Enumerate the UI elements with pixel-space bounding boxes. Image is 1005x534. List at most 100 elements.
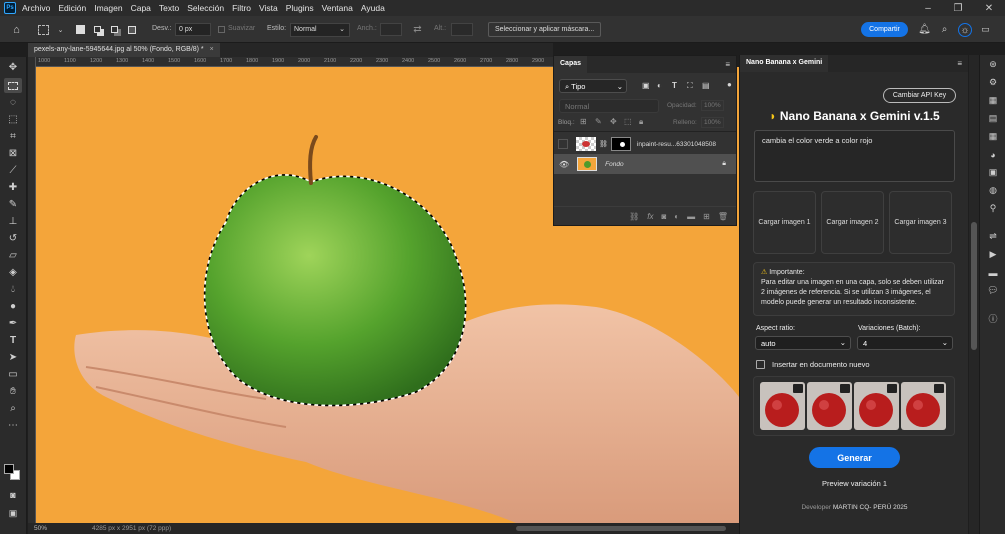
variations-select[interactable]: 4 ⌄ (857, 336, 953, 350)
visibility-toggle-off[interactable] (558, 139, 568, 149)
filter-pixel-icon[interactable]: ▣ (642, 81, 650, 90)
lock-all-icon[interactable]: 🔒︎ (639, 117, 643, 127)
adjustment-layer-icon[interactable]: ◐ (674, 212, 679, 221)
lasso-tool-icon[interactable]: ◌ (4, 95, 22, 110)
plugin-icon[interactable]: ◍ (986, 184, 1000, 197)
eyedropper-icon[interactable]: ⟋ (4, 163, 22, 178)
tab-nano-banana[interactable]: Nano Banana x Gemini (740, 55, 829, 72)
healing-brush-icon[interactable]: ✚ (4, 180, 22, 195)
filter-shape-icon[interactable]: ⛶ (687, 81, 693, 91)
panel-menu-icon[interactable]: ≡ (957, 59, 962, 68)
move-tool-icon[interactable]: ✥ (4, 60, 22, 75)
intersect-selection-icon[interactable] (125, 23, 138, 36)
close-tab-icon[interactable]: × (210, 46, 214, 53)
filter-toggle-icon[interactable]: ● (727, 80, 732, 89)
crop-tool-icon[interactable]: ⌗ (4, 129, 22, 144)
variation-thumbnail[interactable] (807, 382, 852, 430)
pen-tool-icon[interactable]: ✒ (4, 316, 22, 331)
hand-tool-icon[interactable]: ✋︎ (4, 384, 22, 399)
lock-pixels-icon[interactable]: ✎ (595, 117, 602, 126)
eye-icon[interactable]: 👁︎ (559, 160, 569, 169)
variation-thumbnail[interactable] (760, 382, 805, 430)
adjustments-icon[interactable]: ▦ (986, 94, 1000, 107)
clone-stamp-icon[interactable]: ⊥ (4, 214, 22, 229)
trash-icon[interactable]: 🗑︎ (718, 212, 728, 221)
info-icon[interactable]: ⓘ (986, 312, 1000, 325)
insert-new-doc-checkbox[interactable] (756, 360, 765, 369)
workspace-icon[interactable]: ▭ (979, 23, 992, 36)
gradient-tool-icon[interactable]: ◈ (4, 265, 22, 280)
filter-type-icon[interactable]: T (672, 81, 677, 90)
aspect-ratio-select[interactable]: auto ⌄ (755, 336, 851, 350)
menu-filtro[interactable]: Filtro (232, 3, 251, 13)
quick-mask-icon[interactable]: ◙ (4, 487, 22, 502)
load-image-3-button[interactable]: Cargar imagen 3 (889, 191, 952, 254)
history-brush-icon[interactable]: ↺ (4, 231, 22, 246)
properties-icon[interactable]: ⚙ (986, 76, 1000, 89)
lock-artboard-icon[interactable]: ⬚ (624, 117, 632, 126)
lock-position-icon[interactable]: ✥ (610, 117, 617, 126)
variation-thumbnail[interactable] (901, 382, 946, 430)
paths-icon[interactable]: ⚲ (986, 202, 1000, 215)
libraries-icon[interactable]: ⊛ (986, 58, 1000, 71)
menu-archivo[interactable]: Archivo (22, 3, 50, 13)
patterns-icon[interactable]: ▣ (986, 166, 1000, 179)
menu-plugins[interactable]: Plugins (286, 3, 314, 13)
menu-capa[interactable]: Capa (131, 3, 151, 13)
variation-thumbnail[interactable] (854, 382, 899, 430)
menu-ventana[interactable]: Ventana (322, 3, 353, 13)
object-select-icon[interactable]: ⬚ (4, 112, 22, 127)
marquee-preset-icon[interactable] (38, 25, 49, 35)
dodge-tool-icon[interactable]: ● (4, 299, 22, 314)
link-layers-icon[interactable]: ⛓ (629, 212, 639, 221)
height-input[interactable] (451, 23, 473, 36)
horizontal-scrollbar[interactable] (516, 526, 726, 531)
marquee-tool-icon[interactable] (4, 78, 22, 93)
photoshop-logo-icon[interactable]: Ps (4, 2, 16, 14)
home-icon[interactable]: ⌂ (10, 23, 23, 36)
feather-input[interactable]: 0 px (175, 23, 211, 36)
tab-capas[interactable]: Capas (554, 56, 588, 73)
menu-vista[interactable]: Vista (259, 3, 278, 13)
filter-adjustment-icon[interactable]: ◐ (657, 81, 662, 90)
document-tab[interactable]: pexels-any-lane-5945644.jpg al 50% (Fond… (28, 43, 220, 57)
blend-mode-select[interactable]: Normal (559, 99, 659, 113)
rectangle-tool-icon[interactable]: ▭ (4, 367, 22, 382)
share-button[interactable]: Compartir (861, 22, 908, 37)
change-api-key-button[interactable]: Cambiar API Key (883, 88, 956, 103)
menu-ayuda[interactable]: Ayuda (361, 3, 385, 13)
grid-icon[interactable]: ▦ (986, 130, 1000, 143)
zoom-tool-icon[interactable]: ⌕ (4, 401, 22, 416)
swatches-icon[interactable]: ▤ (986, 112, 1000, 125)
restore-icon[interactable]: ❐ (944, 0, 972, 16)
style-select[interactable]: Normal ⌄ (290, 23, 350, 37)
link-icon[interactable]: ⛓ (599, 140, 608, 148)
blur-tool-icon[interactable]: 💧︎ (4, 282, 22, 297)
fill-input[interactable]: 100% (701, 117, 724, 128)
chevron-down-icon[interactable]: ⌄ (54, 23, 67, 36)
path-select-icon[interactable]: ➤ (4, 350, 22, 365)
color-wheel-icon[interactable]: ◕ (986, 148, 1000, 161)
comments-icon[interactable]: 💬︎ (986, 284, 1000, 297)
brush-settings-icon[interactable]: ⇌ (986, 230, 1000, 243)
screen-mode-icon[interactable]: ▣ (4, 506, 22, 521)
load-image-1-button[interactable]: Cargar imagen 1 (753, 191, 816, 254)
close-window-icon[interactable]: ✕ (975, 0, 1003, 16)
play-actions-icon[interactable]: ▶ (986, 248, 1000, 261)
menu-texto[interactable]: Texto (159, 3, 179, 13)
zoom-level[interactable]: 50% (34, 525, 47, 532)
new-group-icon[interactable]: ▬ (687, 212, 695, 221)
new-selection-icon[interactable] (74, 23, 87, 36)
menu-seleccion[interactable]: Selección (187, 3, 224, 13)
layer-row[interactable]: ⛓ inpaint-resu...63301048508 (554, 134, 736, 154)
history-icon[interactable]: ▬ (986, 266, 1000, 279)
brush-tool-icon[interactable]: ✎ (4, 197, 22, 212)
layer-mask-thumbnail[interactable] (610, 137, 631, 151)
lock-transparent-icon[interactable]: ⊞ (580, 117, 587, 126)
ai-assistant-icon[interactable]: ☼ (958, 23, 972, 37)
width-input[interactable] (380, 23, 402, 36)
add-mask-icon[interactable]: ◙ (661, 212, 666, 221)
panel-menu-icon[interactable]: ≡ (725, 60, 730, 69)
fx-icon[interactable]: fx (647, 212, 653, 221)
opacity-input[interactable]: 100% (701, 100, 724, 111)
